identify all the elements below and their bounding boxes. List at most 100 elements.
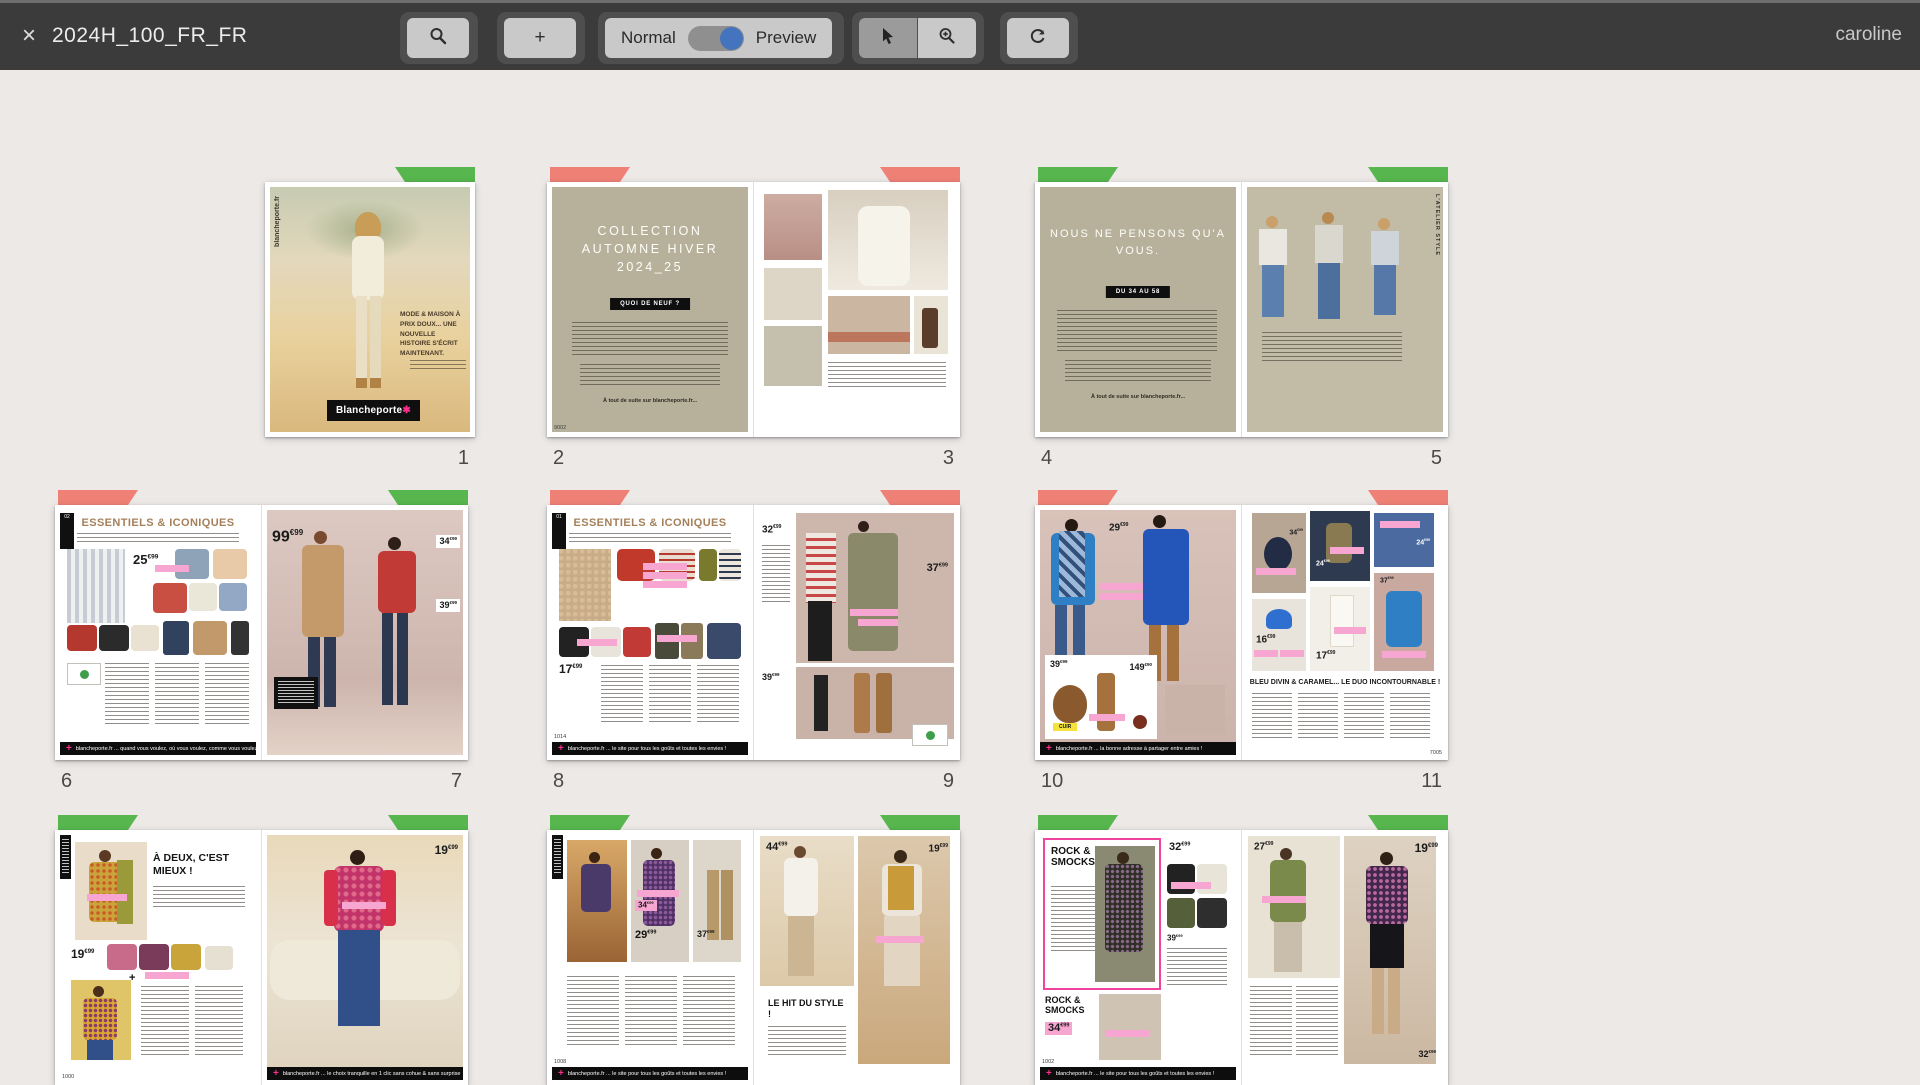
page-code: 1008 bbox=[554, 1059, 566, 1065]
thumbnail-spread-1[interactable]: blancheporte.fr MODE & MAISON À PRIX DOU… bbox=[265, 182, 475, 470]
price-label: 29€99 bbox=[1109, 523, 1128, 533]
cursor-icon bbox=[880, 27, 896, 50]
page-code: 1000 bbox=[62, 1074, 74, 1080]
page-10: 29€99 39€99 149€90 CUIR +blancheporte bbox=[1035, 505, 1242, 760]
price-label: 24€99 bbox=[1416, 539, 1430, 546]
zoom-tool-button[interactable] bbox=[918, 18, 976, 58]
model-photo bbox=[760, 836, 854, 986]
add-button[interactable]: + bbox=[504, 18, 576, 58]
page-4: NOUS NE PENSONS QU'A VOUS. DU 34 AU 58 À… bbox=[1035, 182, 1242, 437]
mode-preview-label[interactable]: Preview bbox=[756, 28, 816, 48]
search-button[interactable] bbox=[407, 18, 469, 58]
close-icon[interactable]: × bbox=[14, 21, 44, 51]
price-label: 39€99 bbox=[1167, 934, 1183, 943]
model-photo bbox=[693, 840, 741, 962]
price-label: 19€99 bbox=[435, 844, 458, 856]
price-label: 34€99 bbox=[1289, 529, 1303, 536]
promo-bar: +blancheporte.fr ... le site pour tous l… bbox=[552, 742, 748, 755]
page-number: 7 bbox=[451, 770, 462, 793]
model-photo bbox=[67, 549, 125, 623]
page-code: 7005 bbox=[1430, 750, 1442, 756]
corner-tag bbox=[60, 835, 71, 879]
promo-text: blancheporte.fr ... la bonne adresse à p… bbox=[1056, 746, 1202, 752]
section-title: NOUS NE PENSONS QU'A VOUS. bbox=[1045, 226, 1231, 259]
page-heading: ROCK & SMOCKS bbox=[1051, 846, 1099, 868]
page-3 bbox=[754, 182, 960, 437]
refresh-group bbox=[1000, 12, 1078, 64]
price-label: 44€99 bbox=[766, 842, 787, 853]
brand-logo: Blancheporte✱ bbox=[327, 400, 420, 421]
section-badge: QUOI DE NEUF ? bbox=[610, 298, 690, 310]
price-label: 19€99 bbox=[71, 948, 94, 960]
price-label: 17€99 bbox=[559, 663, 582, 675]
price-label: 32€99 bbox=[1169, 842, 1190, 853]
page-11: 34€99 24€99 24€99 16€99 17€99 37€99 BLEU… bbox=[1242, 505, 1448, 760]
pointer-tool-button[interactable] bbox=[859, 18, 917, 58]
thumbnail-spread-8-9[interactable]: 01 ESSENTIELS & ICONIQUES 17€99 bbox=[547, 505, 960, 793]
thumbnail-spread-4-5[interactable]: NOUS NE PENSONS QU'A VOUS. DU 34 AU 58 À… bbox=[1035, 182, 1448, 470]
page-15: 44€99 19€99 LE HIT DU STYLE ! bbox=[754, 830, 960, 1085]
model-photo bbox=[567, 840, 627, 962]
promo-text: blancheporte.fr ... le site pour tous le… bbox=[1056, 1071, 1214, 1077]
cta-line: À tout de suite sur blancheporte.fr... bbox=[547, 398, 753, 404]
cover-tagline: MODE & MAISON À PRIX DOUX... UNE NOUVELL… bbox=[400, 310, 466, 359]
page-2: COLLECTION AUTOMNE HIVER 2024_25 QUOI DE… bbox=[547, 182, 754, 437]
promo-bar: +blancheporte.fr ... le site pour tous l… bbox=[1040, 1067, 1236, 1080]
oeko-badge bbox=[67, 663, 101, 685]
thumbnail-spread-14-15[interactable]: 29€99 34€99 37€99 1008 +blancheporte.fr … bbox=[547, 830, 960, 1085]
page-number: 9 bbox=[943, 770, 954, 793]
search-group bbox=[400, 12, 478, 64]
toggle-knob bbox=[720, 27, 743, 50]
page-number: 6 bbox=[61, 770, 72, 793]
thumbnail-spread-10-11[interactable]: 29€99 39€99 149€90 CUIR +blancheporte bbox=[1035, 505, 1448, 793]
username[interactable]: caroline bbox=[1835, 24, 1902, 46]
promo-text: blancheporte.fr ... le site pour tous le… bbox=[568, 1071, 726, 1077]
price-label: 17€99 bbox=[1316, 651, 1335, 661]
boots-photo bbox=[922, 308, 938, 348]
page-number: 3 bbox=[943, 447, 954, 470]
price-label: 32€99 bbox=[762, 525, 781, 535]
mode-toggle[interactable] bbox=[688, 26, 744, 51]
page-code: 1002 bbox=[1042, 1059, 1054, 1065]
document-title: 2024H_100_FR_FR bbox=[52, 24, 247, 48]
mode-segment: Normal Preview bbox=[605, 18, 832, 58]
promo-bar: +blancheporte.fr ... quand vous voulez, … bbox=[60, 742, 256, 755]
thumbnail-spread-12-13[interactable]: À DEUX, C'EST MIEUX ! 19€99 + 1000 bbox=[55, 830, 468, 1085]
featured-box: ROCK & SMOCKS bbox=[1043, 838, 1161, 990]
thumbnail-spread-2-3[interactable]: COLLECTION AUTOMNE HIVER 2024_25 QUOI DE… bbox=[547, 182, 960, 470]
page-13: 19€99 +blancheporte.fr ... le choix tran… bbox=[262, 830, 468, 1085]
price-label: 16€99 bbox=[1256, 635, 1275, 645]
thumbnail-spread-16-17[interactable]: ROCK & SMOCKS 32€99 39€99 ROCK & SMOCKS … bbox=[1035, 830, 1448, 1085]
khaki-coat-model bbox=[848, 533, 898, 651]
page-14: 29€99 34€99 37€99 1008 +blancheporte.fr … bbox=[547, 830, 754, 1085]
page-number: 8 bbox=[553, 770, 564, 793]
cover-brand-vertical: blancheporte.fr bbox=[274, 196, 281, 247]
price-label: 24€99 bbox=[1316, 560, 1330, 567]
page-12: À DEUX, C'EST MIEUX ! 19€99 + 1000 bbox=[55, 830, 262, 1085]
page-9: 32€99 37€99 39€99 bbox=[754, 505, 960, 760]
mode-normal-label[interactable]: Normal bbox=[621, 28, 676, 48]
price-label: 39€99 bbox=[762, 673, 780, 682]
edge-label: L'ATELIER STYLE bbox=[1434, 194, 1440, 256]
page-16: ROCK & SMOCKS 32€99 39€99 ROCK & SMOCKS … bbox=[1035, 830, 1242, 1085]
page-number: 11 bbox=[1421, 770, 1442, 793]
page-number: 1 bbox=[458, 447, 469, 470]
price-label: 34€99 bbox=[436, 535, 460, 548]
toolbar: × 2024H_100_FR_FR + Normal Preview bbox=[0, 0, 1920, 70]
page-heading: À DEUX, C'EST MIEUX ! bbox=[153, 852, 247, 877]
model-photo bbox=[1248, 836, 1340, 978]
camel-coat-model bbox=[302, 545, 344, 637]
price-label: 29€99 bbox=[635, 930, 656, 941]
thumbnail-spread-6-7[interactable]: 02 ESSENTIELS & ICONIQUES 25€99 bbox=[55, 505, 468, 793]
promo-bar: +blancheporte.fr ... la bonne adresse à … bbox=[1040, 742, 1236, 755]
promo-bar: +blancheporte.fr ... le choix tranquille… bbox=[267, 1067, 463, 1080]
refresh-button[interactable] bbox=[1007, 18, 1069, 58]
page-number: 10 bbox=[1041, 770, 1063, 793]
page-5: L'ATELIER STYLE bbox=[1242, 182, 1448, 437]
style-panel: LE HIT DU STYLE ! bbox=[760, 990, 854, 1064]
material-tag: CUIR bbox=[1053, 723, 1077, 731]
cta-line: À tout de suite sur blancheporte.fr... bbox=[1035, 394, 1241, 400]
page-code: 1014 bbox=[554, 734, 566, 740]
price-label: 149€90 bbox=[1129, 663, 1152, 672]
page-heading: ESSENTIELS & ICONIQUES bbox=[573, 517, 726, 529]
